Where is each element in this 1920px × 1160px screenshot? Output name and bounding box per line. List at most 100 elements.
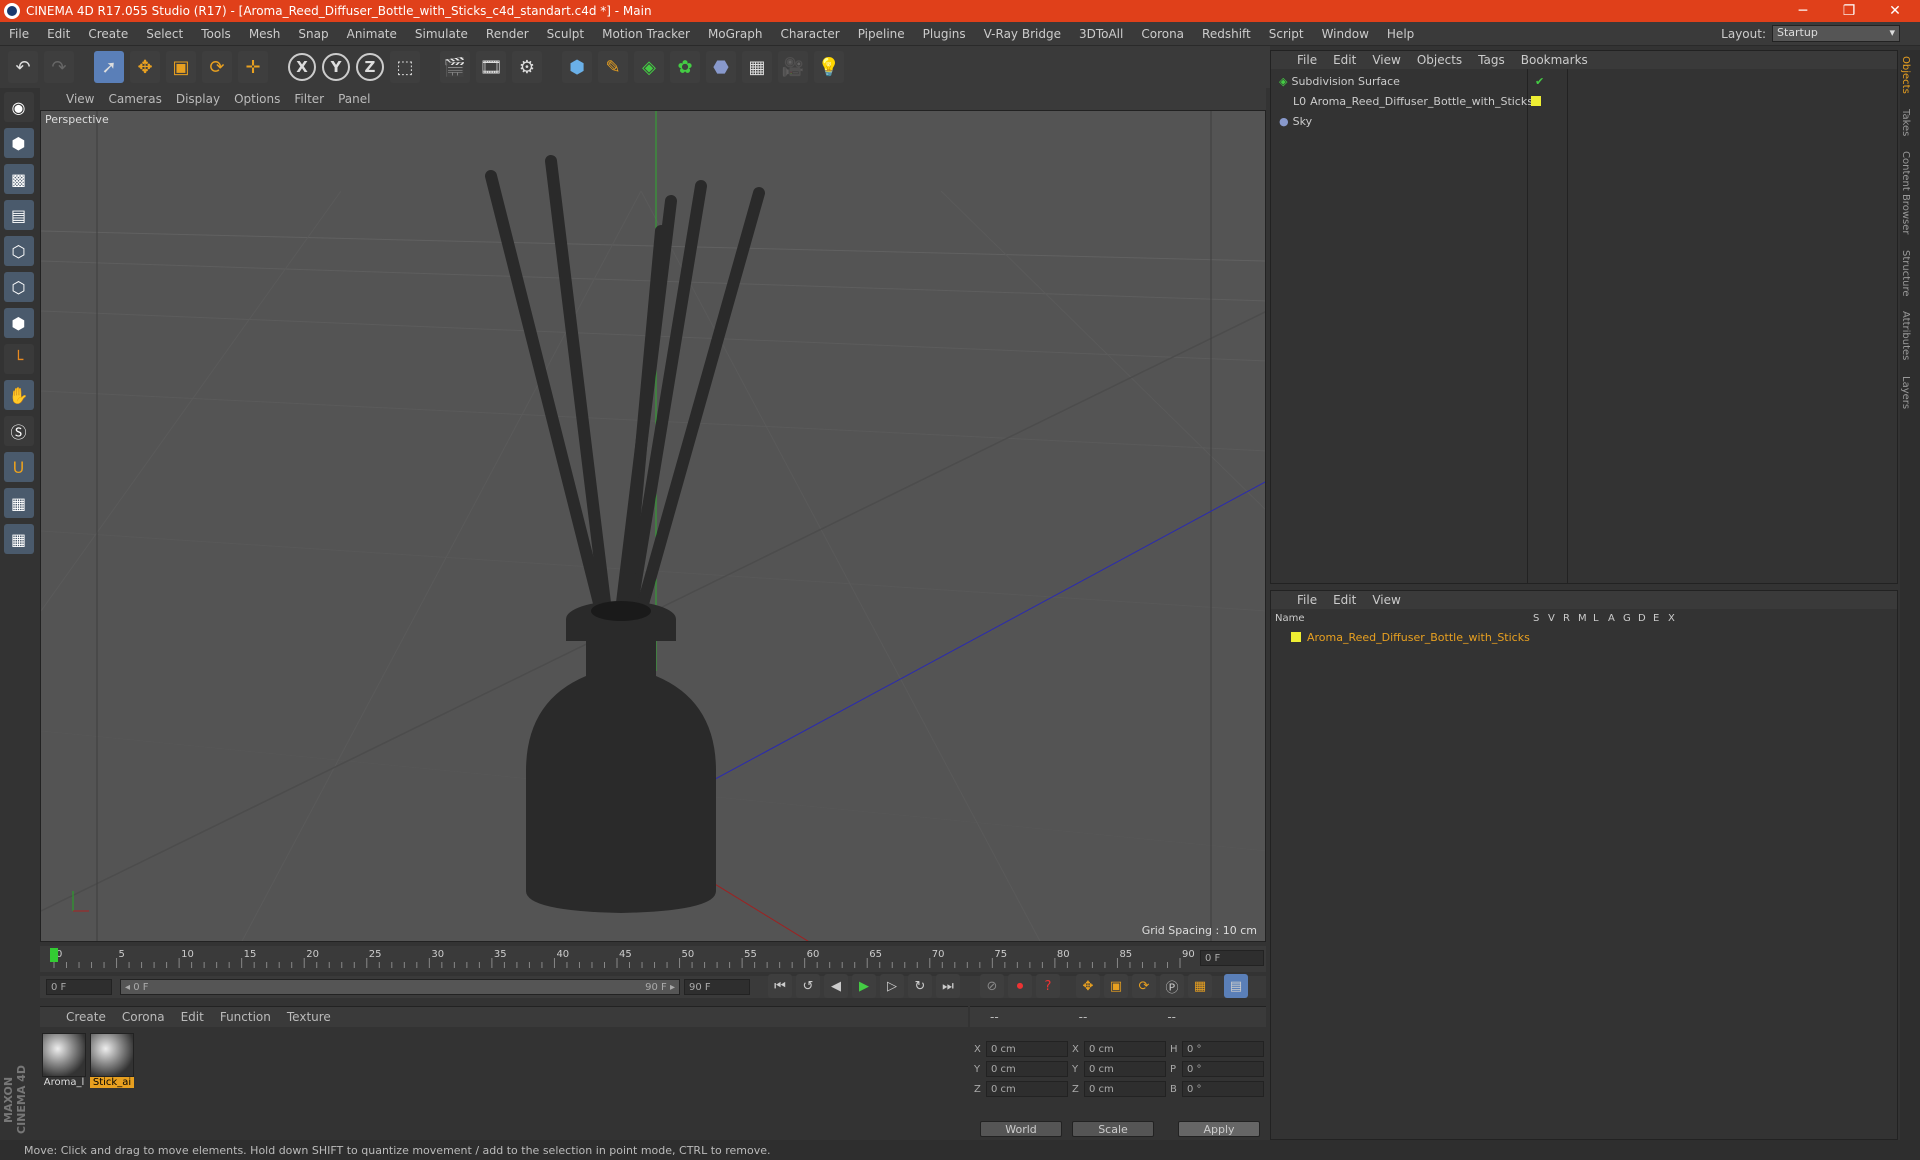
material-menu-create[interactable]: Create <box>66 1010 106 1024</box>
viewport-menu-filter[interactable]: Filter <box>294 92 324 106</box>
menu-plugins[interactable]: Plugins <box>914 27 975 41</box>
layer-column-g[interactable]: G <box>1623 613 1638 624</box>
redo-icon[interactable]: ↷ <box>44 51 74 83</box>
menu-help[interactable]: Help <box>1378 27 1423 41</box>
go-to-end-icon[interactable]: ⏭ <box>936 974 960 998</box>
timeline-ruler[interactable]: 0 5 10 15 20 25 30 35 40 45 50 55 60 65 70 75 80 85 90 0 F <box>40 946 1266 972</box>
rotate-tool-icon[interactable]: ⟳ <box>202 51 232 83</box>
menu-file[interactable]: File <box>0 27 38 41</box>
menu-edit[interactable]: Edit <box>38 27 79 41</box>
menu-mesh[interactable]: Mesh <box>240 27 290 41</box>
coord-field[interactable]: 0 cm <box>986 1081 1068 1097</box>
previous-key-icon[interactable]: ↺ <box>796 974 820 998</box>
y-axis-lock-icon[interactable]: Y <box>322 53 350 81</box>
scale-tool-icon[interactable]: ▣ <box>166 51 196 83</box>
move-tool-icon[interactable]: ✥ <box>130 51 160 83</box>
menu-create[interactable]: Create <box>79 27 137 41</box>
playhead-marker[interactable] <box>50 948 58 962</box>
layer-menu-edit[interactable]: Edit <box>1333 593 1356 607</box>
menu-character[interactable]: Character <box>771 27 848 41</box>
layer-column-l[interactable]: L <box>1593 613 1608 624</box>
object-row-subdivision[interactable]: ◈ Subdivision Surface ✔ <box>1271 71 1897 91</box>
world-dropdown[interactable]: World <box>980 1121 1062 1137</box>
material-menu-texture[interactable]: Texture <box>287 1010 331 1024</box>
layer-column-a[interactable]: A <box>1608 613 1623 624</box>
object-menu-view[interactable]: View <box>1372 53 1400 67</box>
tab-content-browser[interactable]: Content Browser <box>1900 145 1911 240</box>
menu-script[interactable]: Script <box>1260 27 1313 41</box>
next-key-icon[interactable]: ↻ <box>908 974 932 998</box>
viewport-menu-view[interactable]: View <box>66 92 94 106</box>
close-button[interactable]: ✕ <box>1872 0 1918 22</box>
coord-field[interactable]: 0 cm <box>986 1041 1068 1057</box>
autokey-icon[interactable]: ? <box>1036 974 1060 998</box>
live-select-icon[interactable]: ✛ <box>238 51 268 83</box>
motion-record-icon[interactable]: ⊘ <box>980 974 1004 998</box>
key-position-icon[interactable]: ✥ <box>1076 974 1100 998</box>
magnet-icon[interactable]: U <box>3 452 34 482</box>
menu-corona[interactable]: Corona <box>1132 27 1193 41</box>
layout-dropdown[interactable]: Startup <box>1772 25 1900 42</box>
menu-snap[interactable]: Snap <box>289 27 337 41</box>
maximize-button[interactable]: ❐ <box>1826 0 1872 22</box>
previous-frame-icon[interactable]: ◀ <box>824 974 848 998</box>
layer-column-d[interactable]: D <box>1638 613 1653 624</box>
menu-v-ray-bridge[interactable]: V-Ray Bridge <box>975 27 1070 41</box>
coordinate-system-icon[interactable]: ⬚ <box>390 51 420 83</box>
viewport-menu-options[interactable]: Options <box>234 92 280 106</box>
menu-render[interactable]: Render <box>477 27 538 41</box>
material-stick[interactable]: Stick_ai <box>90 1033 134 1091</box>
menu-animate[interactable]: Animate <box>338 27 406 41</box>
render-settings-icon[interactable]: ⚙ <box>512 51 542 83</box>
material-menu-corona[interactable]: Corona <box>122 1010 165 1024</box>
viewport-menu-cameras[interactable]: Cameras <box>108 92 161 106</box>
make-editable-icon[interactable]: ◉ <box>3 92 34 122</box>
coord-field[interactable]: 0 cm <box>1084 1081 1166 1097</box>
next-frame-icon[interactable]: ▷ <box>880 974 904 998</box>
render-view-icon[interactable]: 🎬 <box>440 51 470 83</box>
workplane-icon[interactable]: ▤ <box>3 200 34 230</box>
layer-menu-file[interactable]: File <box>1297 593 1317 607</box>
minimize-button[interactable]: ─ <box>1780 0 1826 22</box>
render-picture-viewer-icon[interactable]: 🎞 <box>476 51 506 83</box>
tab-layers[interactable]: Layers <box>1900 370 1911 415</box>
undo-icon[interactable]: ↶ <box>8 51 38 83</box>
object-menu-bookmarks[interactable]: Bookmarks <box>1521 53 1588 67</box>
tab-structure[interactable]: Structure <box>1900 244 1911 303</box>
tab-attributes[interactable]: Attributes <box>1900 305 1911 366</box>
axis-mode-icon[interactable]: └ <box>3 344 34 374</box>
material-menu-edit[interactable]: Edit <box>181 1010 204 1024</box>
floor-icon[interactable]: ▦ <box>742 51 772 83</box>
menu-simulate[interactable]: Simulate <box>406 27 477 41</box>
cube-icon[interactable]: ⬢ <box>562 51 592 83</box>
coord-field[interactable]: 0 cm <box>1084 1061 1166 1077</box>
layer-column-m[interactable]: M <box>1578 613 1593 624</box>
play-icon[interactable]: ▶ <box>852 974 876 998</box>
viewport-menu-display[interactable]: Display <box>176 92 220 106</box>
object-menu-tags[interactable]: Tags <box>1478 53 1505 67</box>
scale-dropdown[interactable]: Scale <box>1072 1121 1154 1137</box>
object-row-sky[interactable]: ● Sky <box>1271 111 1897 131</box>
coord-field[interactable]: 0 ° <box>1182 1041 1264 1057</box>
model-mode-icon[interactable]: ⬢ <box>3 128 34 158</box>
menu-sculpt[interactable]: Sculpt <box>538 27 593 41</box>
tweak-mode-icon[interactable]: ✋ <box>3 380 34 410</box>
texture-mode-icon[interactable]: ▩ <box>3 164 34 194</box>
key-scale-icon[interactable]: ▣ <box>1104 974 1128 998</box>
tab-objects[interactable]: Objects <box>1900 50 1911 100</box>
layer-column-x[interactable]: X <box>1668 613 1683 624</box>
points-mode-icon[interactable]: ⬡ <box>3 236 34 266</box>
coord-field[interactable]: 0 cm <box>1084 1041 1166 1057</box>
snap-icon[interactable]: Ⓢ <box>3 416 34 446</box>
start-frame-field[interactable]: 0 F <box>46 979 112 995</box>
tab-takes[interactable]: Takes <box>1900 103 1911 142</box>
layer-row[interactable]: Aroma_Reed_Diffuser_Bottle_with_Sticks <box>1271 627 1897 647</box>
viewport-menu-panel[interactable]: Panel <box>338 92 370 106</box>
object-menu-edit[interactable]: Edit <box>1333 53 1356 67</box>
subdivision-icon[interactable]: ◈ <box>634 51 664 83</box>
layer-column-r[interactable]: R <box>1563 613 1578 624</box>
lock-workplane-icon[interactable]: ▦ <box>3 488 34 518</box>
apply-button[interactable]: Apply <box>1178 1121 1260 1137</box>
coord-field[interactable]: 0 ° <box>1182 1081 1264 1097</box>
menu-mograph[interactable]: MoGraph <box>699 27 772 41</box>
